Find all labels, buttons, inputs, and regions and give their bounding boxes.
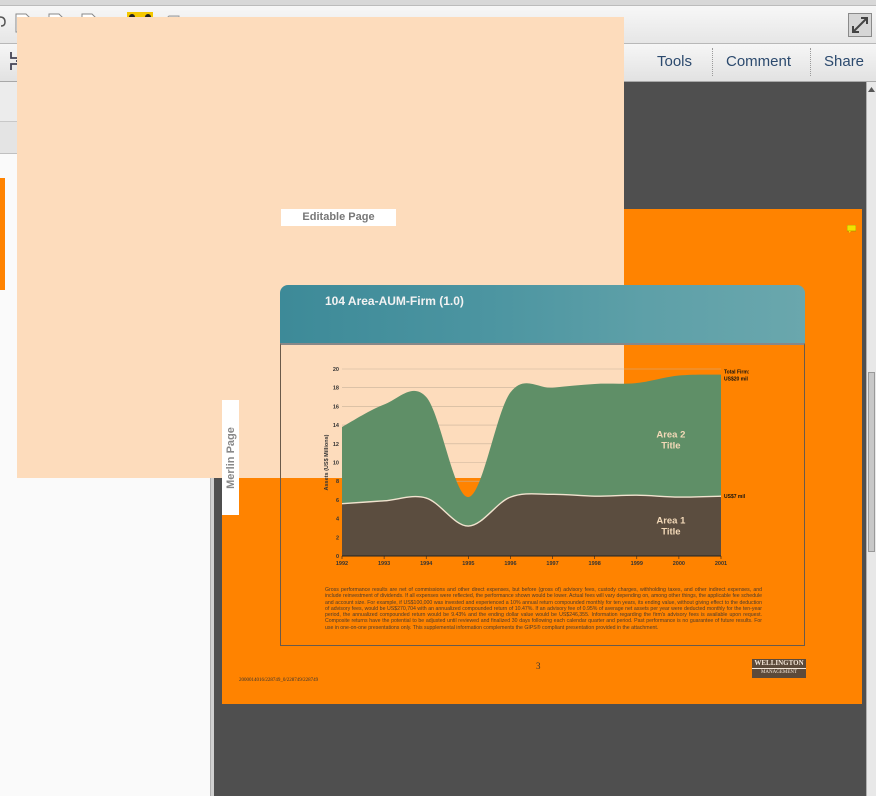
y-tick-label: 20 [333, 367, 339, 373]
y-tick-label: 14 [333, 423, 340, 429]
comment-note-icon[interactable] [847, 225, 856, 233]
series-label-area-1: Area 1 [656, 515, 686, 526]
chart-banner-title: 104 Area-AUM-Firm (1.0) [325, 294, 464, 308]
disclaimer-text: Gross performance results are net of com… [325, 587, 762, 631]
series-label-area-2: Area 2 [656, 429, 685, 440]
previous-page-thumbnail[interactable] [0, 178, 5, 290]
x-tick-label: 1996 [504, 561, 516, 567]
toolbar-cutoff-icon[interactable] [0, 14, 6, 30]
toolbar-top-edge [0, 0, 876, 6]
x-tick-label: 2001 [715, 561, 727, 567]
x-tick-label: 1998 [589, 561, 601, 567]
scroll-up-icon[interactable] [867, 85, 876, 94]
x-tick-label: 1995 [462, 561, 474, 567]
chart-annotation: Total Firm: [724, 370, 750, 376]
y-tick-label: 6 [336, 498, 339, 504]
y-tick-label: 2 [336, 535, 339, 541]
series-label-area-1: Title [661, 526, 680, 537]
logo-line-2: MANAGEMENT [760, 670, 798, 675]
y-axis-label: Assets (US$ Millions) [324, 434, 330, 490]
toolbar-separator [810, 48, 811, 76]
x-tick-label: 1994 [420, 561, 433, 567]
wellington-logo: WELLINGTON MANAGEMENT [752, 659, 806, 678]
share-link[interactable]: Share [824, 53, 864, 70]
y-tick-label: 18 [333, 386, 339, 392]
chart-annotation: US$20 mil [724, 377, 749, 383]
series-label-area-2: Title [661, 440, 680, 451]
area-chart: 0 2 4 6 8 10 12 14 16 18 20 1992 1993 1994 1995 1996 199… [324, 367, 750, 567]
toolbar-separator [712, 48, 713, 76]
editable-page-tab[interactable]: Editable Page [281, 209, 396, 226]
y-tick-label: 4 [336, 517, 340, 523]
logo-line-1: WELLINGTON [752, 659, 806, 669]
y-tick-label: 10 [333, 461, 339, 467]
y-tick-label: 8 [336, 479, 339, 485]
document-id: 2000014016/228749_0/228749/228749 [239, 678, 319, 683]
merlin-page-tab[interactable]: Merlin Page [222, 400, 239, 515]
tools-link[interactable]: Tools [657, 53, 692, 70]
x-tick-label: 1997 [546, 561, 558, 567]
scroll-thumb[interactable] [868, 372, 875, 552]
chart-annotation: US$7 mil [724, 494, 746, 500]
comment-link[interactable]: Comment [726, 53, 791, 70]
x-tick-label: 1992 [336, 561, 348, 567]
x-tick-label: 2000 [673, 561, 685, 567]
x-tick-label: 1999 [631, 561, 643, 567]
merlin-page-label: Merlin Page [224, 426, 237, 489]
x-tick-label: 1993 [378, 561, 390, 567]
y-tick-label: 16 [333, 404, 339, 410]
expand-icon[interactable] [848, 13, 872, 37]
page-number: 3 [536, 661, 541, 671]
vertical-scrollbar[interactable] [866, 82, 876, 796]
y-tick-label: 12 [333, 442, 339, 448]
y-tick-label: 0 [336, 554, 339, 560]
